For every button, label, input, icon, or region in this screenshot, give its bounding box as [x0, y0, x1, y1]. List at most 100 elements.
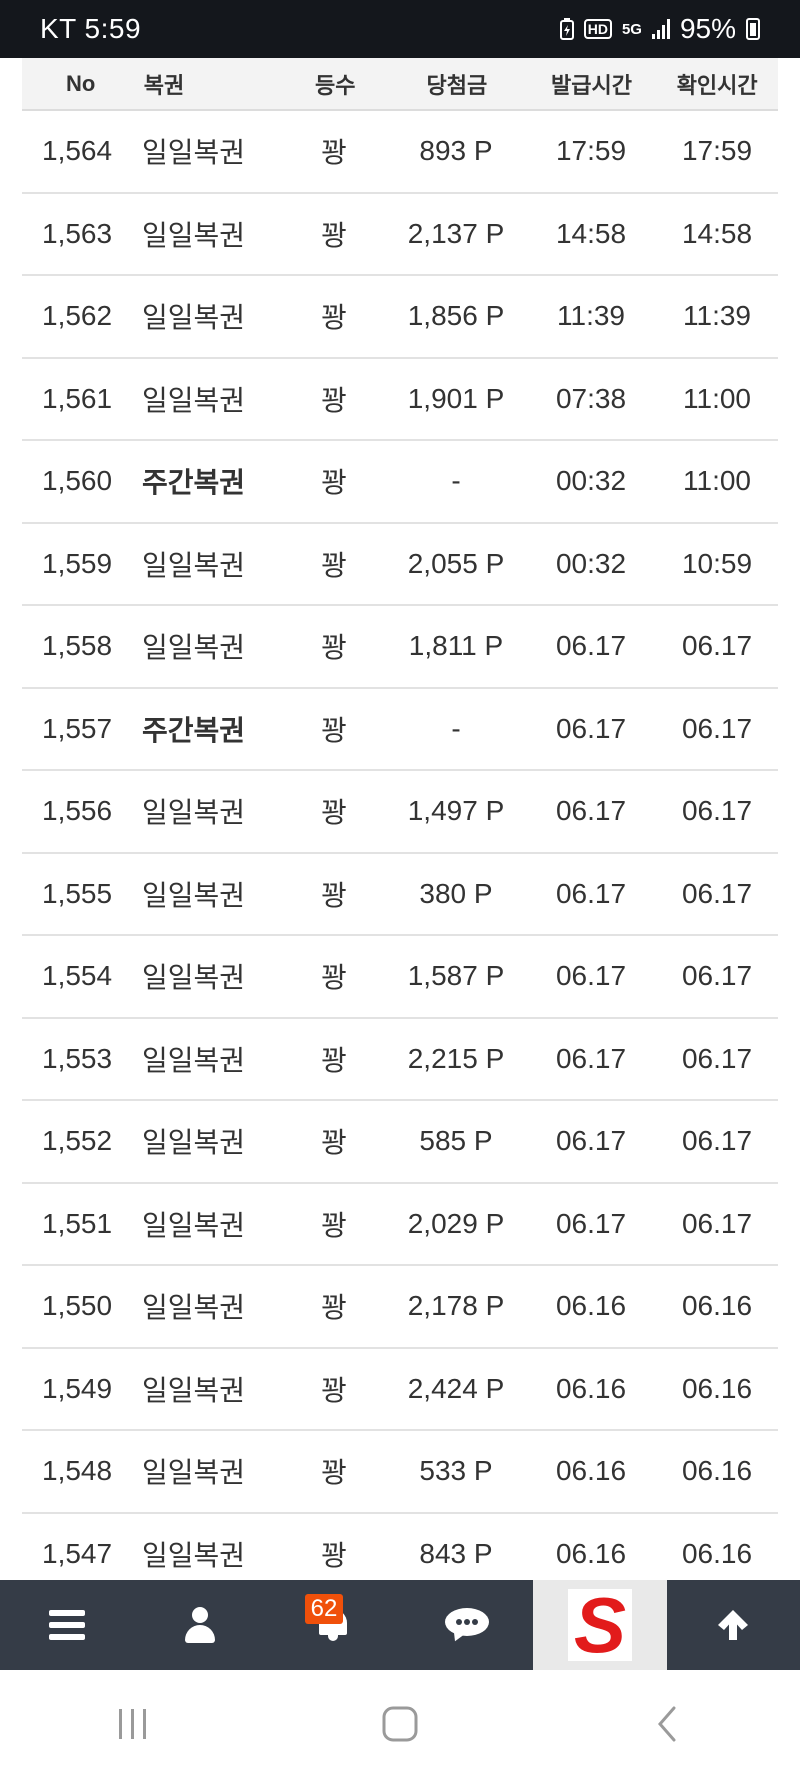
cell-type: 일일복권 [142, 384, 246, 416]
recent-apps-icon [119, 1709, 147, 1739]
menu-button[interactable] [0, 1580, 133, 1670]
cell-checked: 06.16 [681, 1290, 753, 1322]
cell-type: 일일복권 [142, 549, 246, 581]
cell-no: 1,564 [42, 135, 113, 167]
cell-checked: 06.17 [681, 877, 753, 909]
cell-prize: 843 P [419, 1537, 493, 1569]
table-row: 1,561 일일복권 꽝 1,901 P 07:38 11:00 [22, 359, 778, 441]
cell-type: 일일복권 [142, 879, 246, 911]
signal-icon [651, 19, 670, 39]
table-row: 1,553 일일복권 꽝 2,215 P 06.17 06.17 [22, 1019, 778, 1101]
notifications-button[interactable]: 62 [267, 1580, 400, 1670]
cell-issued: 06.17 [555, 877, 627, 909]
table-header: No 복권 등수 당첨금 발급시간 확인시간 [22, 58, 778, 111]
table-row: 1,558 일일복권 꽝 1,811 P 06.17 06.17 [22, 606, 778, 689]
cell-no: 1,563 [42, 217, 113, 249]
table-row: 1,552 일일복권 꽝 585 P 06.17 06.17 [22, 1101, 778, 1184]
header-prize: 당첨금 [426, 72, 488, 98]
cell-no: 1,556 [42, 795, 113, 827]
cell-prize: 2,424 P [407, 1372, 505, 1404]
menu-icon [48, 1610, 85, 1640]
recent-apps-button[interactable] [103, 1699, 163, 1749]
lottery-history-table: No 복권 등수 당첨금 발급시간 확인시간 1,564 일일복권 꽝 893 P 17… [22, 58, 778, 1596]
table-row: 1,556 일일복권 꽝 1,497 P 06.17 06.17 [22, 771, 778, 854]
table-row: 1,548 일일복권 꽝 533 P 06.16 06.16 [22, 1431, 778, 1514]
site-logo-button[interactable]: S [533, 1580, 667, 1670]
cell-checked: 11:00 [683, 382, 751, 414]
cell-checked: 06.16 [681, 1372, 753, 1404]
cell-rank: 꽝 [321, 962, 347, 994]
cell-no: 1,560 [42, 465, 113, 497]
cell-issued: 06.16 [555, 1537, 627, 1569]
cell-rank: 꽝 [321, 632, 347, 664]
cell-rank: 꽝 [321, 137, 347, 169]
header-issued: 발급시간 [551, 72, 632, 98]
cell-issued: 00:32 [555, 547, 627, 579]
carrier-time: KT 5:59 [40, 13, 142, 44]
header-rank: 등수 [315, 72, 356, 98]
cell-checked: 06.17 [681, 795, 753, 827]
cell-type: 일일복권 [142, 1044, 246, 1076]
cell-prize: 1,901 P [407, 382, 505, 414]
battery-icon [746, 18, 760, 40]
cell-rank: 꽝 [321, 219, 347, 251]
cell-issued: 14:58 [555, 217, 627, 249]
cell-type: 일일복권 [142, 1209, 246, 1241]
cell-issued: 06.16 [555, 1290, 627, 1322]
cell-type: 주간복권 [142, 714, 246, 746]
profile-button[interactable] [133, 1580, 266, 1670]
cell-no: 1,548 [42, 1455, 113, 1487]
cell-type: 일일복권 [142, 962, 246, 994]
chat-icon [444, 1608, 489, 1645]
cell-type: 일일복권 [142, 302, 246, 334]
cell-issued: 06.17 [555, 630, 627, 662]
cell-issued: 17:59 [555, 135, 627, 167]
cell-rank: 꽝 [321, 302, 347, 334]
table-row: 1,551 일일복권 꽝 2,029 P 06.17 06.17 [22, 1184, 778, 1266]
cell-checked: 06.16 [681, 1455, 753, 1487]
cell-checked: 06.17 [681, 1125, 753, 1157]
cell-issued: 06.16 [555, 1455, 627, 1487]
cell-checked: 06.17 [681, 712, 753, 744]
cell-no: 1,550 [42, 1290, 113, 1322]
cell-prize: 2,178 P [407, 1290, 505, 1322]
cell-issued: 07:38 [555, 382, 627, 414]
cell-prize: - [451, 465, 461, 497]
notification-badge: 62 [304, 1594, 344, 1624]
cell-checked: 06.16 [681, 1537, 753, 1569]
table-row: 1,560 주간복권 꽝 - 00:32 11:00 [22, 441, 778, 524]
cell-rank: 꽝 [321, 1292, 347, 1324]
hd-icon: HD [583, 19, 612, 39]
cell-no: 1,562 [42, 300, 113, 332]
cell-rank: 꽝 [321, 1457, 347, 1489]
cell-type: 일일복권 [142, 1127, 246, 1159]
cell-checked: 17:59 [681, 135, 753, 167]
header-checked: 확인시간 [676, 72, 758, 98]
cell-checked: 06.17 [681, 1207, 753, 1239]
cell-prize: 1,856 P [407, 300, 505, 332]
status-icons: HD 5G 95% [559, 13, 760, 45]
cell-type: 일일복권 [142, 1374, 246, 1406]
cell-issued: 06.17 [555, 1207, 627, 1239]
cell-prize: 1,811 P [408, 630, 504, 662]
cell-rank: 꽝 [321, 1044, 347, 1076]
cell-issued: 06.17 [555, 712, 627, 744]
table-row: 1,554 일일복권 꽝 1,587 P 06.17 06.17 [22, 936, 778, 1019]
home-button[interactable] [370, 1699, 430, 1749]
scroll-top-button[interactable] [667, 1580, 800, 1670]
cell-type: 일일복권 [142, 137, 246, 169]
cell-no: 1,551 [42, 1207, 113, 1239]
header-no: No [66, 70, 96, 96]
cell-rank: 꽝 [321, 1374, 347, 1406]
chat-button[interactable] [400, 1580, 533, 1670]
cell-type: 일일복권 [142, 1457, 246, 1489]
cell-type: 일일복권 [142, 1292, 246, 1324]
cell-type: 일일복권 [142, 219, 246, 251]
cell-prize: 2,215 P [407, 1042, 505, 1074]
cell-prize: 2,055 P [407, 547, 505, 579]
back-button[interactable] [637, 1699, 697, 1749]
cell-prize: 2,137 P [407, 217, 505, 249]
site-logo: S [567, 1581, 632, 1669]
cell-type: 일일복권 [142, 632, 246, 664]
cell-checked: 06.17 [681, 960, 753, 992]
